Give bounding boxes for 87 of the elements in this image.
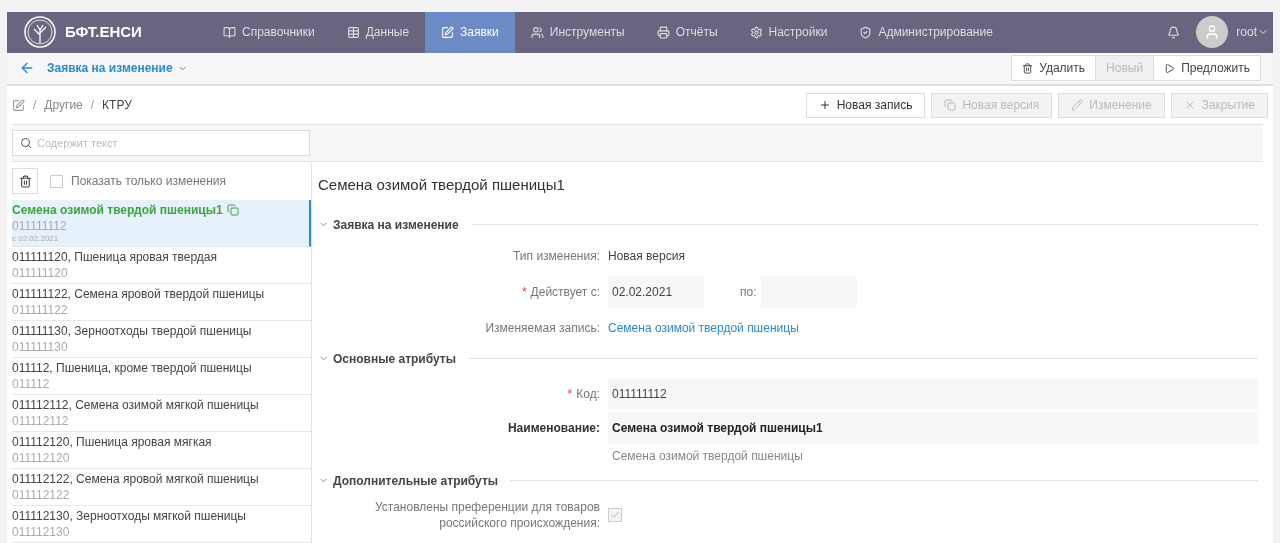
record-list-item[interactable]: 011111122, Семена яровой твердой пшеницы 011111122 [12,284,311,321]
edit-icon[interactable] [12,98,25,112]
printer-icon [656,25,670,39]
user-menu[interactable]: root [1236,23,1273,42]
notification-bell-icon[interactable] [1167,25,1181,39]
check-icon [610,509,620,520]
record-code: 011112 [12,376,51,392]
breadcrumb-link[interactable]: Другие [44,96,83,114]
section-title[interactable]: Заявка на изменение [333,215,459,234]
tree-logo-icon [23,15,57,50]
search-field[interactable]: Содержит текст [12,130,310,156]
record-title: 011112120, Пшеница яровая мягкая [12,434,212,450]
record-date: с 02.02.2021 [12,234,60,244]
trash-icon [1022,62,1034,74]
record-list-item[interactable]: 011112112, Семена озимой мягкой пшеницы 011112112 [12,395,311,432]
field-label: по: [740,283,757,301]
record-list-item[interactable]: 011112120, Пшеница яровая мягкая 011112120 [12,432,311,469]
date-field[interactable]: 02.02.2021 [608,275,704,308]
field-label: Наименование: [507,419,600,437]
plus-icon [818,99,831,111]
nav-tab[interactable]: Справочники [207,12,331,53]
section-title[interactable]: Основные атрибуты [333,349,456,368]
delete-button[interactable] [12,168,38,194]
record-code: 011112120 [12,450,71,466]
book-icon [223,25,236,39]
table-icon [346,25,360,39]
record-code: 011111122 [12,302,69,318]
record-code: 011111130 [12,339,69,355]
field-label: Изменяемая запись: [485,319,600,337]
request-type-dropdown[interactable]: Заявка на изменение [47,59,188,78]
action-button[interactable]: Удалить [1012,56,1096,81]
record-code: 011111120 [12,265,69,281]
record-list-item[interactable]: 011112130, Зерноотходы мягкой пшеницы 011112130 [12,506,311,543]
record-code: 011112130 [12,524,71,540]
record-title: 011111122, Семена яровой твердой пшеницы [12,286,265,302]
record-code: 011112112 [12,413,70,429]
nav-tab[interactable]: Настройки [733,12,844,53]
record-title: 011112, Пшеница, кроме твердой пшеницы [12,360,252,376]
record-list-item[interactable]: 011111130, Зерноотходы твердой пшеницы 011111130 [12,321,311,358]
search-icon [20,137,32,149]
record-heading: Семена озимой твердой пшеницы1 [318,175,566,195]
action-button[interactable]: Предложить [1153,56,1260,81]
brand-name: БФТ.ЕНСИ [65,22,142,43]
shield-icon [859,25,873,39]
copy-icon [944,99,957,111]
code-field[interactable]: 011111112 [608,377,1258,410]
people-icon [530,25,544,39]
trash-icon [18,174,32,188]
previous-value: Семена озимой твердой пшеницы [611,447,804,465]
breadcrumb-separator: / [33,97,37,114]
settings-icon [749,25,763,39]
checkbox[interactable] [608,507,622,522]
required-mark: * [567,385,573,403]
field-label: Тип изменения: [513,247,600,265]
nav-tab[interactable]: Отчёты [640,12,734,53]
nav-tab[interactable]: Инструменты [514,12,641,53]
breadcrumb-link[interactable]: КТРУ [102,96,132,114]
avatar[interactable] [1196,16,1229,49]
field-value: Новая версия [608,247,685,265]
record-title: 011112122, Семена яровой мягкой пшеницы [12,471,259,487]
field-label: Установлены преференции для товаров российского происхождения: [375,499,600,530]
pencil-icon [1071,99,1084,111]
record-title: Семена озимой твердой пшеницы1 [12,202,223,218]
record-list-item[interactable]: 011112, Пшеница, кроме твердой пшеницы 011112 [12,358,311,395]
record-title: 011112130, Зерноотходы мягкой пшеницы [12,508,246,524]
copy-icon [226,204,239,216]
record-code: 011111112 [12,218,68,234]
play-icon [1164,62,1176,74]
checkbox-label: Показать только изменения [71,173,227,190]
field-label: Действует с: [530,283,600,301]
record-list-item[interactable]: 011111120, Пшеница яровая твердая 011111120 [12,247,311,284]
record-title: 011111120, Пшеница яровая твердая [12,249,217,265]
toolbar-button[interactable]: Новая запись [805,92,926,118]
section-title[interactable]: Дополнительные атрибуты [333,471,499,490]
record-title: 011112112, Семена озимой мягкой пшеницы [12,397,259,413]
breadcrumb-separator: / [90,97,95,114]
nav-tab[interactable]: Данные [330,12,426,53]
checkbox[interactable] [50,174,63,188]
record-link[interactable]: Семена озимой твердой пшеницы [608,318,799,337]
record-list-item[interactable]: 011112122, Семена яровой мягкой пшеницы 011112122 [12,469,311,506]
field-label: Код: [576,385,600,403]
name-field[interactable]: Семена озимой твердой пшеницы1 [608,411,1258,444]
record-title: 011111130, Зерноотходы твердой пшеницы [12,323,252,339]
edit-icon [441,25,455,39]
record-code: 011112122 [12,487,71,503]
nav-tab[interactable]: Администрирование [843,12,1009,53]
required-mark: * [521,283,527,301]
